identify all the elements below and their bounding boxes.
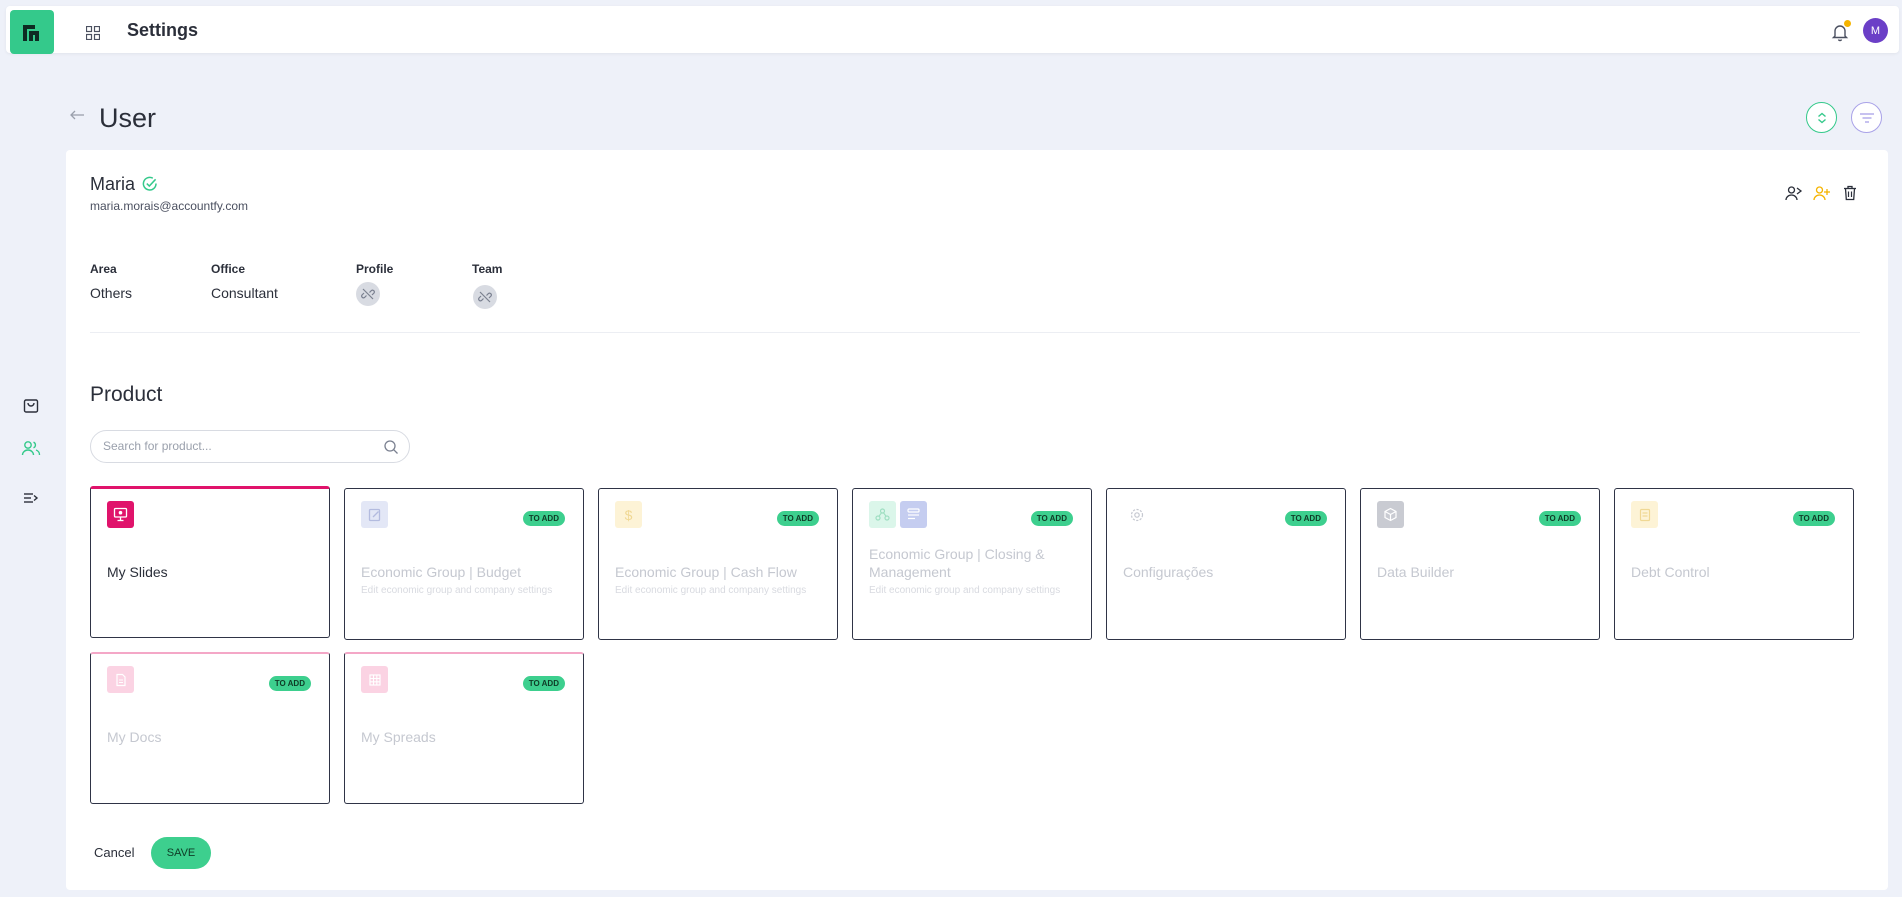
card-title: My Spreads — [361, 729, 436, 745]
user-name: Maria — [90, 174, 136, 194]
card-description: Edit economic group and company settings — [615, 585, 807, 596]
to-add-badge: TO ADD — [522, 511, 565, 526]
to-add-badge: TO ADD — [1284, 511, 1327, 526]
office-value: Consultant — [211, 285, 278, 301]
card-title: Data Builder — [1377, 564, 1455, 580]
cancel-button[interactable]: Cancel — [94, 845, 134, 860]
spreadsheet-icon — [361, 666, 388, 693]
team-label: Team — [472, 262, 503, 276]
logo-icon — [23, 25, 39, 41]
card-title: Economic Group | Budget — [361, 564, 522, 580]
presentation-icon — [107, 501, 134, 528]
menu-expand-icon — [24, 493, 39, 503]
hierarchy-icon — [869, 501, 896, 528]
page-title: User — [99, 103, 157, 133]
product-card-cash-flow[interactable]: $ TO ADD Economic Group | Cash Flow Edit… — [598, 488, 838, 640]
document-icon — [107, 666, 134, 693]
to-add-badge: TO ADD — [522, 676, 565, 691]
product-card-debt-control[interactable]: TO ADD Debt Control — [1614, 488, 1854, 640]
profile-unlinked-icon — [356, 282, 380, 306]
cube-icon — [1377, 501, 1404, 528]
top-bar: Settings M — [6, 6, 1899, 54]
search-icon[interactable] — [383, 439, 399, 455]
rail-users-icon[interactable] — [20, 437, 42, 459]
topbar-title: Settings — [127, 20, 199, 40]
product-card-closing-management[interactable]: TO ADD Economic Group | Closing & Manage… — [852, 488, 1092, 640]
card-description: Edit economic group and company settings — [361, 585, 553, 596]
card-description: Edit economic group and company settings — [869, 585, 1061, 596]
office-label: Office — [211, 262, 246, 276]
notifications-bell-icon[interactable] — [1828, 19, 1852, 43]
product-search[interactable] — [90, 430, 410, 463]
verified-check-icon — [141, 175, 159, 193]
notification-dot — [1844, 20, 1851, 27]
ledger-icon — [1631, 501, 1658, 528]
transfer-user-icon[interactable] — [1784, 183, 1804, 203]
product-card-configuracoes[interactable]: TO ADD Configurações — [1106, 488, 1346, 640]
area-label: Area — [90, 262, 117, 276]
users-icon — [21, 441, 41, 456]
product-card-data-builder[interactable]: TO ADD Data Builder — [1360, 488, 1600, 640]
rail-expand-icon[interactable] — [20, 487, 42, 509]
card-title: My Docs — [107, 729, 162, 745]
expand-collapse-button[interactable] — [1806, 102, 1837, 133]
product-card-budget[interactable]: TO ADD Economic Group | Budget Edit econ… — [344, 488, 584, 640]
filter-button[interactable] — [1851, 102, 1882, 133]
trash-icon[interactable] — [1840, 183, 1860, 203]
user-panel: Maria maria.morais@accountfy.com Area Ot… — [66, 150, 1888, 890]
user-email: maria.morais@accountfy.com — [90, 199, 249, 213]
product-card-my-slides[interactable]: My Slides — [90, 486, 330, 638]
add-user-icon[interactable] — [1812, 183, 1832, 203]
apps-grid-icon[interactable] — [82, 22, 104, 44]
to-add-badge: TO ADD — [1030, 511, 1073, 526]
rail-products-icon[interactable] — [20, 394, 42, 416]
card-title: Debt Control — [1631, 564, 1710, 580]
to-add-badge: TO ADD — [776, 511, 819, 526]
to-add-badge: TO ADD — [268, 676, 311, 691]
gear-icon — [1123, 501, 1150, 528]
to-add-badge: TO ADD — [1538, 511, 1581, 526]
dollar-icon: $ — [615, 501, 642, 528]
edit-document-icon — [361, 501, 388, 528]
back-arrow-icon[interactable] — [69, 108, 89, 126]
app-logo[interactable] — [10, 10, 54, 54]
team-unlinked-icon — [473, 285, 497, 309]
user-avatar[interactable]: M — [1863, 18, 1888, 43]
divider — [90, 332, 1860, 333]
area-value: Others — [90, 285, 133, 301]
product-card-my-spreads[interactable]: TO ADD My Spreads — [344, 652, 584, 804]
chevron-up-down-icon — [1817, 112, 1826, 123]
search-input[interactable] — [103, 439, 373, 453]
card-title: Configurações — [1123, 564, 1214, 580]
shopping-bag-icon — [23, 399, 39, 413]
profile-label: Profile — [356, 262, 394, 276]
filter-icon — [1859, 112, 1874, 123]
product-card-my-docs[interactable]: TO ADD My Docs — [90, 652, 330, 804]
to-add-badge: TO ADD — [1792, 511, 1835, 526]
product-section-title: Product — [90, 383, 163, 406]
card-title: Economic Group | Cash Flow — [615, 564, 797, 580]
save-button[interactable]: SAVE — [151, 837, 211, 869]
card-title: My Slides — [107, 564, 168, 580]
list-icon — [900, 501, 927, 528]
card-title: Economic Group | Closing & Management — [869, 546, 1045, 580]
